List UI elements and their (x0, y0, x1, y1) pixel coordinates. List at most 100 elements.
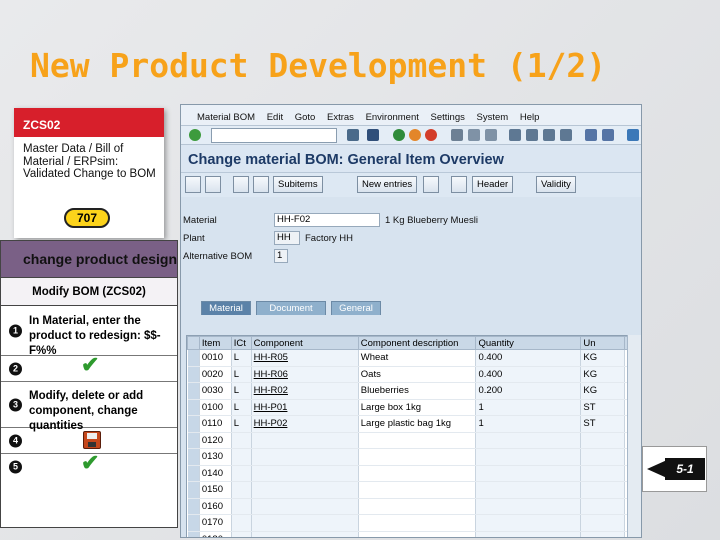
find-icon[interactable] (468, 129, 480, 141)
menu-goto[interactable]: Goto (295, 112, 316, 123)
row-selector[interactable] (187, 514, 200, 532)
item-category-cell[interactable] (231, 514, 252, 532)
menu-extras[interactable]: Extras (327, 112, 354, 123)
new-session-icon[interactable] (585, 129, 597, 141)
tab-document[interactable]: Document (256, 301, 326, 315)
column-header-item[interactable]: Item (198, 336, 232, 350)
quantity-cell[interactable] (475, 481, 582, 499)
item-category-cell[interactable] (231, 448, 252, 466)
row-selector[interactable] (187, 481, 200, 499)
table-row[interactable]: 0110 L HH-P02 Large plastic bag 1kg 1 ST (187, 415, 641, 433)
quantity-cell[interactable] (475, 514, 582, 532)
unit-cell[interactable]: ST (580, 415, 625, 433)
component-description-cell[interactable]: Wheat (358, 349, 477, 367)
unit-cell[interactable]: KG (580, 382, 625, 400)
quantity-cell[interactable] (475, 432, 582, 449)
unit-cell[interactable]: ST (580, 399, 625, 416)
item-number-cell[interactable]: 0150 (199, 481, 232, 499)
unit-cell[interactable]: KG (580, 366, 625, 383)
unit-cell[interactable] (580, 481, 625, 499)
component-description-cell[interactable]: Blueberries (358, 382, 477, 400)
quantity-cell[interactable]: 1 (475, 399, 582, 416)
item-category-cell[interactable]: L (231, 399, 252, 416)
command-field[interactable] (211, 128, 337, 143)
shortcut-icon[interactable] (602, 129, 614, 141)
material-field[interactable]: HH-F02 (274, 213, 380, 227)
menu-environment[interactable]: Environment (366, 112, 419, 123)
component-description-cell[interactable] (358, 465, 477, 482)
header-button[interactable]: Header (472, 176, 514, 193)
row-selector[interactable] (187, 448, 200, 466)
menu-help[interactable]: Help (520, 112, 540, 123)
subitems-button[interactable]: Subitems (273, 176, 323, 193)
component-cell[interactable] (251, 531, 359, 537)
table-row[interactable]: 0130 (187, 448, 641, 466)
row-selector[interactable] (187, 399, 200, 416)
item-number-cell[interactable]: 0110 (199, 415, 232, 433)
row-selector[interactable] (187, 382, 200, 400)
copy-icon[interactable] (451, 176, 467, 193)
table-row[interactable]: 0140 (187, 465, 641, 482)
row-selector[interactable] (187, 531, 200, 537)
component-cell[interactable] (251, 481, 359, 499)
delete-icon[interactable] (423, 176, 439, 193)
menu-edit[interactable]: Edit (267, 112, 283, 123)
row-selector[interactable] (187, 415, 200, 433)
row-selector[interactable] (187, 366, 200, 383)
table-row[interactable]: 0180 (187, 531, 641, 537)
last-page-icon[interactable] (560, 129, 572, 141)
item-category-cell[interactable] (231, 481, 252, 499)
unit-cell[interactable] (580, 432, 625, 449)
table-row[interactable]: 0170 (187, 514, 641, 532)
component-cell[interactable]: HH-R02 (251, 382, 359, 400)
item-category-cell[interactable]: L (231, 349, 252, 367)
item-number-cell[interactable]: 0030 (199, 382, 232, 400)
table-scrollbar[interactable] (627, 335, 641, 537)
column-header-ict[interactable]: ICt (230, 336, 252, 350)
menu-system[interactable]: System (477, 112, 509, 123)
component-cell[interactable] (251, 465, 359, 482)
quantity-cell[interactable] (475, 465, 582, 482)
item-number-cell[interactable]: 0170 (199, 514, 232, 532)
quantity-cell[interactable] (475, 448, 582, 466)
item-category-cell[interactable]: L (231, 382, 252, 400)
table-row[interactable]: 0160 (187, 498, 641, 515)
unit-cell[interactable] (580, 448, 625, 466)
item-number-cell[interactable]: 0100 (199, 399, 232, 416)
component-description-cell[interactable] (358, 514, 477, 532)
previous-page-icon[interactable] (526, 129, 538, 141)
cancel-icon[interactable] (425, 129, 437, 141)
validity-button[interactable]: Validity (536, 176, 576, 193)
item-number-cell[interactable]: 0010 (199, 349, 232, 367)
find-next-icon[interactable] (485, 129, 497, 141)
toggle-display-icon[interactable] (185, 176, 201, 193)
enter-icon[interactable] (189, 129, 201, 141)
component-cell[interactable]: HH-P01 (251, 399, 359, 416)
menu-settings[interactable]: Settings (431, 112, 465, 123)
item-number-cell[interactable]: 0020 (199, 366, 232, 383)
component-description-cell[interactable] (358, 498, 477, 515)
menu-material-bom[interactable]: Material BOM (197, 112, 255, 123)
expand-icon[interactable] (347, 129, 359, 141)
row-selector[interactable] (187, 432, 200, 449)
component-cell[interactable] (251, 448, 359, 466)
unit-cell[interactable] (580, 465, 625, 482)
tab-material[interactable]: Material (201, 301, 251, 315)
item-number-cell[interactable]: 0120 (199, 432, 232, 449)
component-cell[interactable] (251, 432, 359, 449)
next-page-icon[interactable] (543, 129, 555, 141)
component-cell[interactable] (251, 514, 359, 532)
component-description-cell[interactable]: Large box 1kg (358, 399, 477, 416)
column-header-component[interactable]: Component (250, 336, 359, 350)
unit-cell[interactable] (580, 531, 625, 537)
exit-icon[interactable] (409, 129, 421, 141)
component-description-cell[interactable]: Large plastic bag 1kg (358, 415, 477, 433)
component-description-cell[interactable] (358, 531, 477, 537)
save-icon[interactable] (367, 129, 379, 141)
component-cell[interactable]: HH-P02 (251, 415, 359, 433)
item-number-cell[interactable]: 0130 (199, 448, 232, 466)
component-description-cell[interactable] (358, 432, 477, 449)
table-row[interactable]: 0020 L HH-R06 Oats 0.400 KG (187, 366, 641, 383)
unit-cell[interactable] (580, 498, 625, 515)
item-category-cell[interactable] (231, 465, 252, 482)
